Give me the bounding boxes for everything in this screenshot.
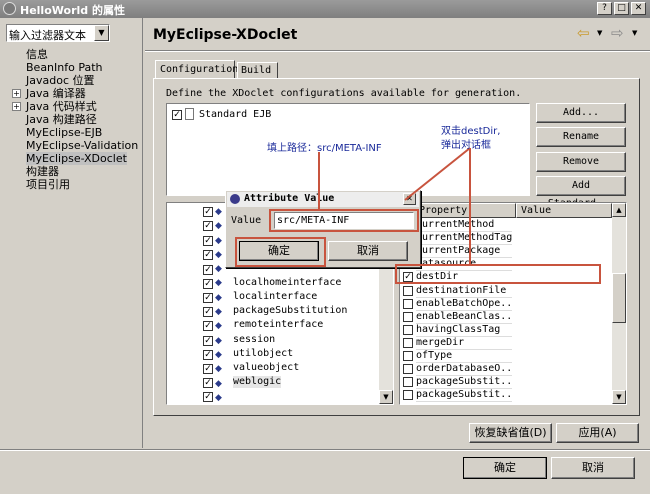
annotation-popup-dialog: 弹出对话框 [441, 140, 491, 151]
annotation-line-dialog [404, 147, 471, 201]
annotation-double-click: 双击destDir, [441, 126, 501, 137]
restore-defaults-label: 恢复缺省值(D) [474, 426, 547, 439]
restore-defaults-button[interactable]: 恢复缺省值(D) [469, 423, 552, 443]
apply-button[interactable]: 应用(A) [556, 423, 639, 443]
annotation-lines [318, 147, 471, 264]
annotation-fill-path: 填上路径：src/META-INF [267, 143, 382, 154]
cancel-button[interactable]: 取消 [551, 457, 635, 479]
ok-label: 确定 [494, 461, 516, 474]
apply-label: 应用(A) [578, 426, 617, 439]
cancel-label: 取消 [582, 461, 604, 474]
ok-button[interactable]: 确定 [463, 457, 547, 479]
footer-divider [0, 449, 650, 451]
